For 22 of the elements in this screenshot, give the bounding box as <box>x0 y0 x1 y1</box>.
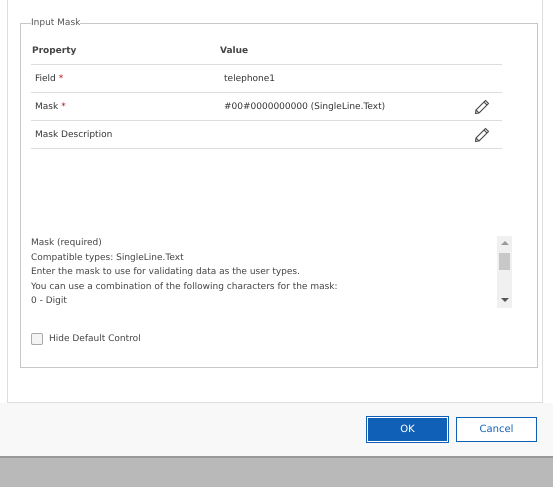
pencil-icon[interactable] <box>474 126 490 142</box>
ok-button[interactable]: OK <box>367 417 448 442</box>
property-name: Mask Description <box>35 130 112 140</box>
description-line: Enter the mask to use for validating data as the user types. <box>31 266 301 279</box>
description-line: Compatible types: SingleLine.Text <box>31 252 185 264</box>
property-value: telephone1 <box>224 74 275 84</box>
description-line: Mask (required) <box>31 237 103 250</box>
checkbox-label: Hide Default Control <box>49 334 141 344</box>
required-marker: * <box>61 102 66 112</box>
property-value: #00#0000000000 (SingleLine.Text) <box>224 102 386 112</box>
column-header: Property <box>31 46 78 56</box>
property-name: Field <box>35 74 56 84</box>
column-header: Value <box>220 46 250 56</box>
required-marker: * <box>58 74 64 84</box>
scrollbar[interactable] <box>497 236 512 308</box>
group-title: Input Mask <box>31 18 80 28</box>
description-line: You can use a combination of the following characters for the mask: <box>31 280 339 294</box>
cancel-button[interactable]: Cancel <box>456 417 537 442</box>
checkbox[interactable] <box>31 333 43 345</box>
description-line: 0 - Digit <box>31 295 68 308</box>
pencil-icon[interactable] <box>474 98 490 114</box>
property-name: Mask <box>35 102 58 112</box>
